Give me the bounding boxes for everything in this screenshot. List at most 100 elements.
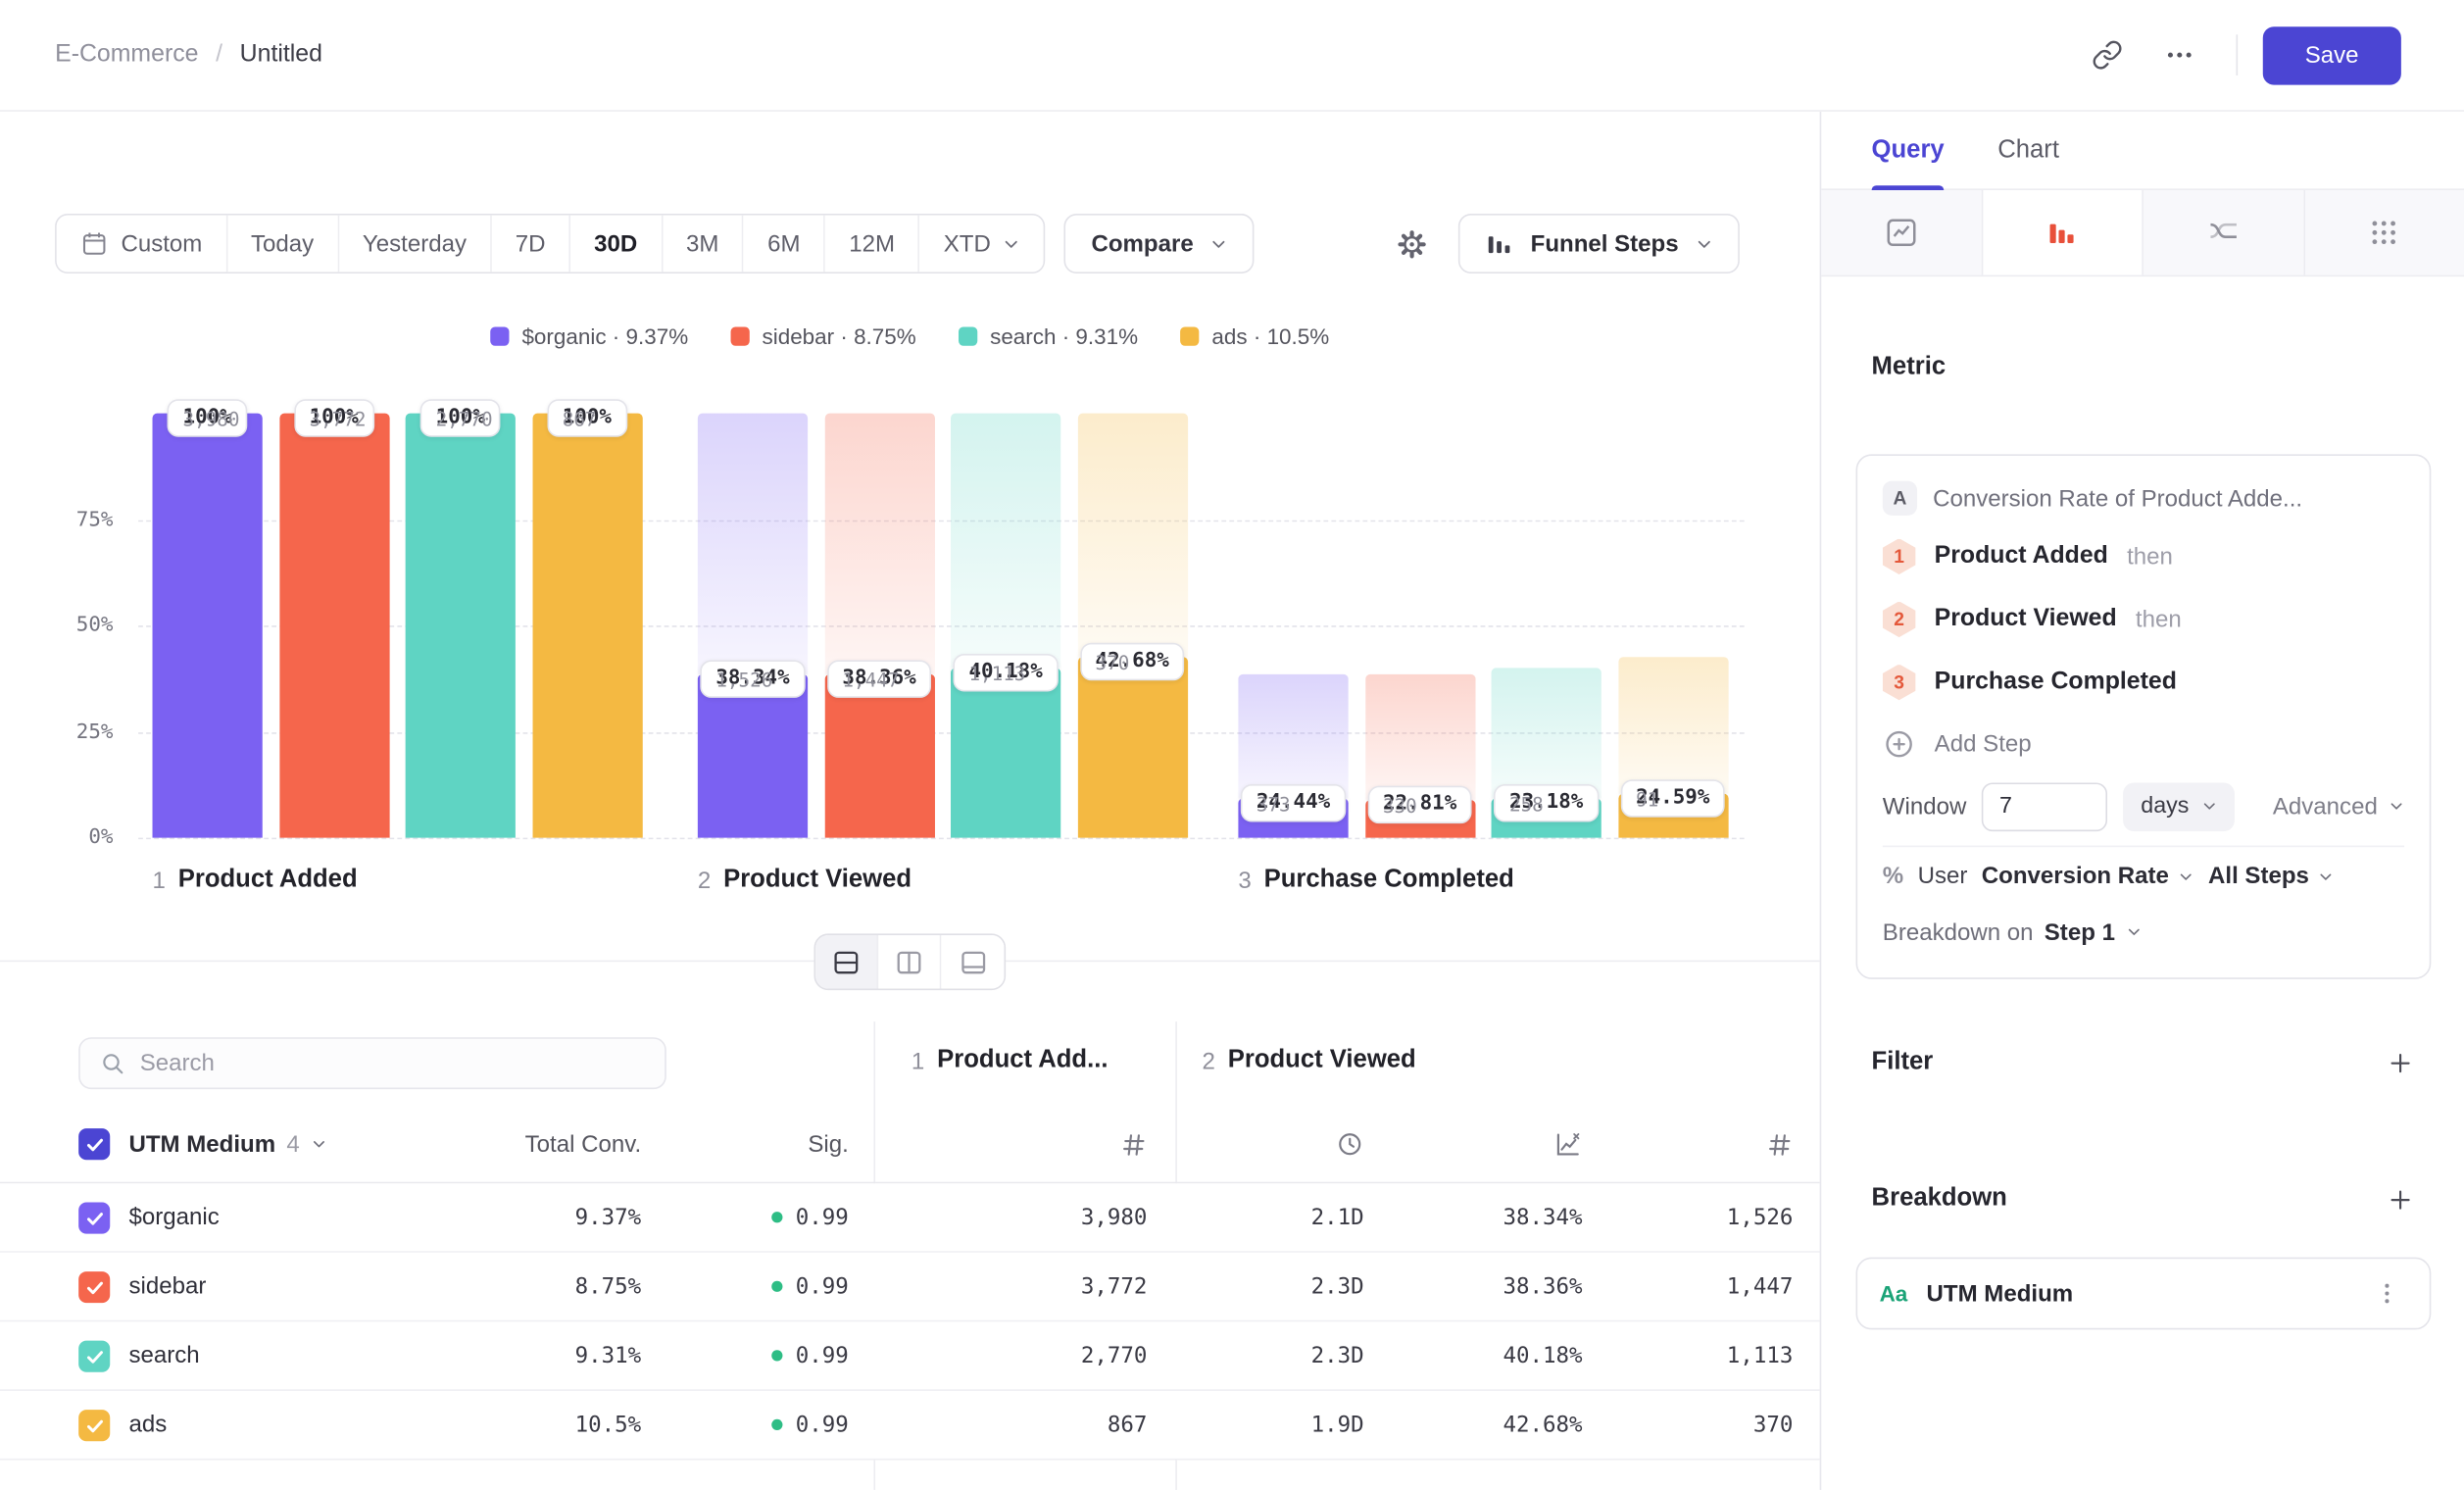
search-input[interactable] [140,1050,646,1076]
visualization-selector[interactable]: Funnel Steps [1458,214,1740,273]
count-column-button[interactable] [943,1120,1147,1167]
date-range-control: Custom TodayYesterday 7D 30D3M6M12MXTD [55,214,1046,273]
chevron-down-icon [2389,798,2404,814]
date-range-xtd[interactable]: XTD [920,216,1045,273]
conversion-trend-column-button[interactable] [1414,1120,1583,1167]
entity-selector[interactable]: User [1918,863,1968,889]
date-range-12m[interactable]: 12M [825,216,919,273]
date-range-6m[interactable]: 6M [744,216,825,273]
legend-item-organic[interactable]: $organic · 9.37% [490,323,688,349]
add-step-button[interactable]: Add Step [1883,714,2404,773]
dots-grid-icon [2369,217,2400,248]
funnel-bar-sidebar-step2[interactable] [824,675,934,838]
steps-scope-selector[interactable]: All Steps [2208,863,2335,889]
metric-step-3[interactable]: 3Purchase Completed [1883,651,2404,714]
sidebar-tabs: Query Chart [1821,112,2464,190]
view-split-horizontal-button[interactable] [815,935,878,989]
add-step-label: Add Step [1935,730,2032,757]
bar-value-label: 38.36%1,447 [826,661,931,698]
total-conversion-header[interactable]: Total Conv. [456,1120,641,1167]
report-type-retention-tab[interactable] [2304,190,2464,275]
breakdown-on-step-row[interactable]: Breakdown on Step 1 [1883,906,2404,960]
bar-count: 3,772 [310,402,367,436]
funnel-bar-organic-step2[interactable] [698,675,808,838]
funnel-bar-sidebar-step1[interactable] [279,414,389,838]
tab-query[interactable]: Query [1872,112,1945,189]
save-button[interactable]: Save [2262,25,2400,83]
view-panel-bottom-button[interactable] [941,935,1004,989]
compare-label: Compare [1091,230,1193,257]
breadcrumb-project[interactable]: E-Commerce [55,41,198,70]
avg-time-column-button[interactable] [1207,1120,1363,1167]
conversion-window-row: Window days Advanced [1883,773,2404,839]
advanced-button[interactable]: Advanced [2273,793,2404,820]
row-checkbox[interactable] [78,1410,110,1441]
select-all-checkbox[interactable] [78,1128,110,1160]
date-range-7d[interactable]: 7D [492,216,570,273]
date-range-label: 7D [516,230,546,257]
row-step2-conversion: 38.36% [1414,1253,1583,1320]
plus-circle-icon [1883,727,1916,761]
add-breakdown-button[interactable] [2379,1178,2420,1219]
compare-button[interactable]: Compare [1064,214,1253,273]
legend-item-sidebar[interactable]: sidebar · 8.75% [730,323,915,349]
date-range-3m[interactable]: 3M [663,216,744,273]
table-row-search[interactable]: search9.31%0.992,7702.3D40.18%1,113 [0,1321,1820,1391]
table-row-ads[interactable]: ads10.5%0.998671.9D42.68%370 [0,1391,1820,1461]
legend-label: sidebar · 8.75% [763,323,916,349]
row-step2-count: 1,113 [1618,1321,1793,1389]
breakdown-column-header[interactable]: UTM Medium 4 [128,1120,325,1167]
metric-title-row[interactable]: A Conversion Rate of Product Adde... [1883,472,2404,525]
tab-chart[interactable]: Chart [1997,112,2059,189]
row-checkbox[interactable] [78,1271,110,1303]
significance-header[interactable]: Sig. [675,1120,848,1167]
date-range-custom[interactable]: Custom [57,216,227,273]
window-unit-select[interactable]: days [2124,782,2235,831]
report-type-funnels-tab[interactable] [1983,190,2144,275]
share-link-button[interactable] [2076,24,2139,86]
window-label: Window [1883,793,1967,820]
metric-step-1[interactable]: 1Product Addedthen [1883,525,2404,588]
table-row-organic[interactable]: $organic9.37%0.993,9802.1D38.34%1,526 [0,1183,1820,1253]
chart-legend: $organic · 9.37% sidebar · 8.75% search · … [0,323,1820,349]
more-menu-button[interactable] [2147,24,2210,86]
breakdown-options-button[interactable] [2367,1273,2408,1315]
metric-card: A Conversion Rate of Product Adde... 1Pr… [1856,454,2432,979]
bar-value-label: 100%3,980 [168,399,248,436]
metric-type-selector[interactable]: Conversion Rate [1982,863,2194,889]
window-value-input[interactable] [1982,782,2107,831]
funnel-bar-ads-step2[interactable] [1077,657,1187,838]
funnel-bar-organic-step1[interactable] [153,414,263,838]
funnel-bar-search-step1[interactable] [406,414,516,838]
date-range-yesterday[interactable]: Yesterday [339,216,492,273]
date-range-label: Custom [121,230,202,257]
add-filter-button[interactable] [2379,1042,2420,1083]
view-split-vertical-button[interactable] [878,935,941,989]
legend-swatch [490,326,509,345]
breakdown-property-card[interactable]: Aa UTM Medium [1856,1258,2432,1330]
funnel-bar-search-step2[interactable] [951,668,1060,838]
legend-item-search[interactable]: search · 9.31% [959,323,1138,349]
chart-settings-button[interactable] [1381,216,1441,273]
date-range-today[interactable]: Today [227,216,339,273]
report-type-tabs [1821,190,2464,276]
row-step2-conversion: 42.68% [1414,1391,1583,1459]
count-column-button[interactable] [1618,1120,1793,1167]
breadcrumb: E-Commerce / Untitled [55,41,322,70]
report-type-insights-tab[interactable] [1821,190,1982,275]
row-checkbox[interactable] [78,1203,110,1234]
step-name: Purchase Completed [1264,866,1514,894]
bar-value-label: 22.81%330 [1367,786,1472,823]
metric-step-2[interactable]: 2Product Viewedthen [1883,588,2404,651]
breadcrumb-report-title[interactable]: Untitled [240,41,322,70]
chevron-down-icon [2179,869,2194,884]
date-range-30d[interactable]: 30D [570,216,663,273]
bar-chart-icon [1485,229,1513,258]
row-checkbox[interactable] [78,1341,110,1372]
funnel-bar-ads-step1[interactable] [532,414,642,838]
table-row-sidebar[interactable]: sidebar8.75%0.993,7722.3D38.36%1,447 [0,1253,1820,1322]
legend-item-ads[interactable]: ads · 10.5% [1180,323,1329,349]
report-type-flows-tab[interactable] [2144,190,2304,275]
row-significance: 0.99 [675,1391,848,1459]
bar-value-label: 42.68%370 [1080,642,1185,679]
